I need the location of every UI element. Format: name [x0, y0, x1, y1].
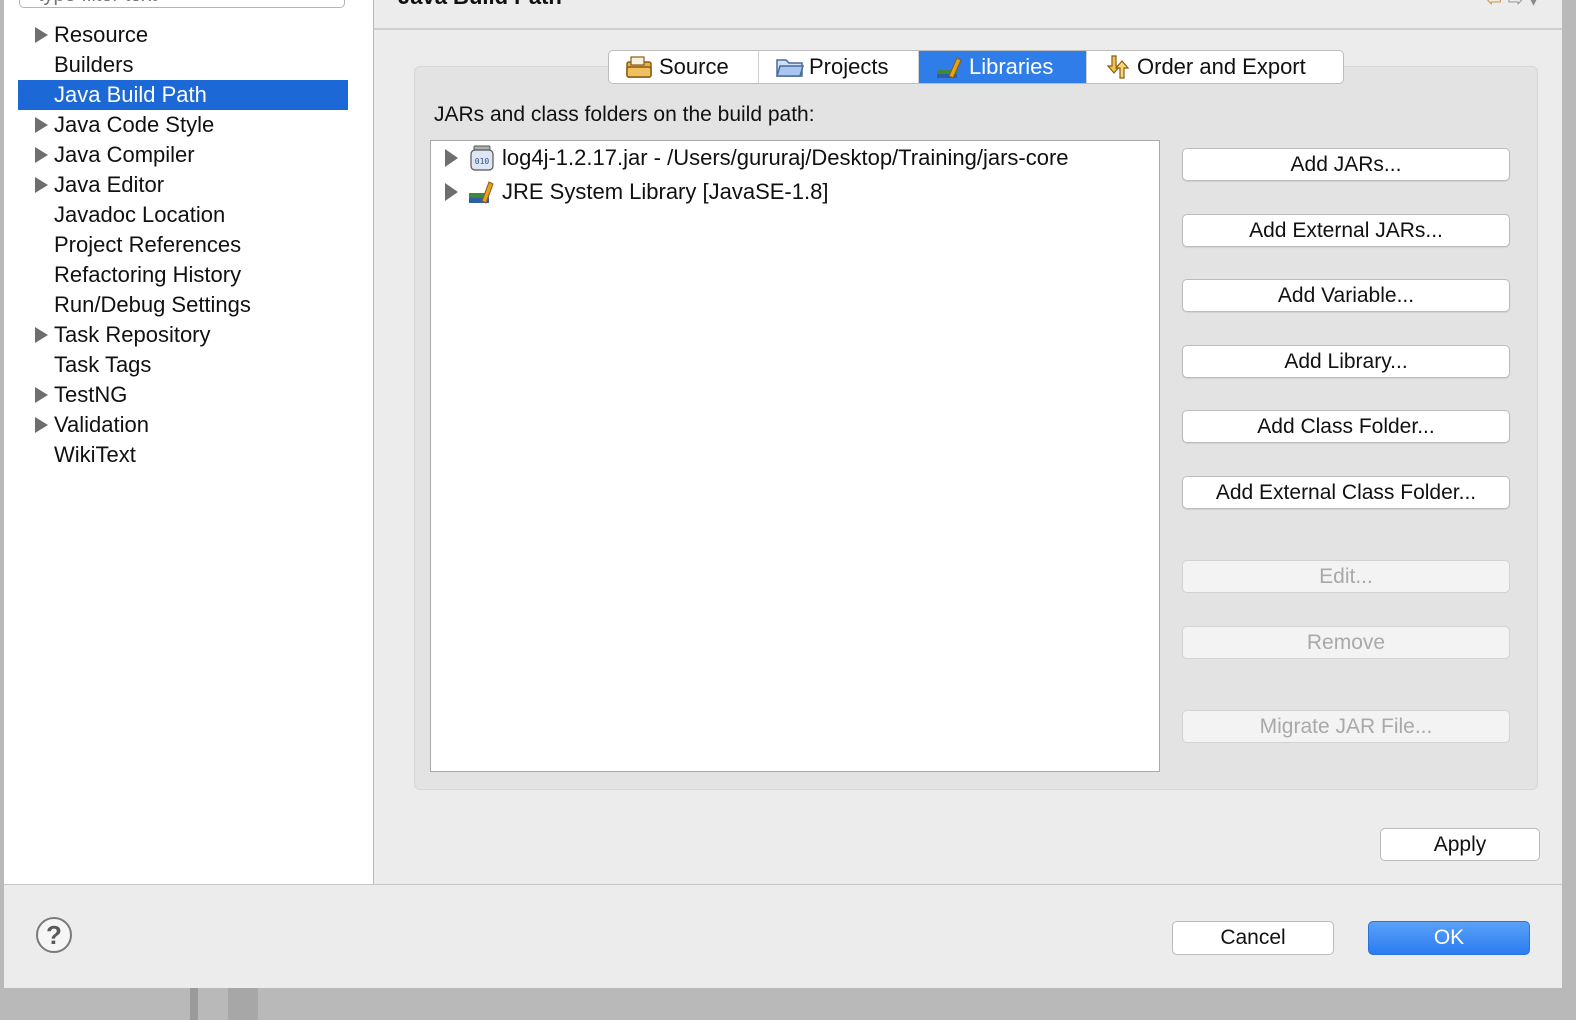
tree-item-validation[interactable]: Validation: [18, 410, 348, 440]
remove-button[interactable]: Remove: [1182, 626, 1510, 659]
title-separator: [374, 28, 1562, 30]
expand-arrow-icon[interactable]: [35, 417, 48, 433]
expand-arrow-icon[interactable]: [35, 387, 48, 403]
tab-label: Libraries: [969, 54, 1054, 79]
tree-item-label: WikiText: [54, 442, 136, 467]
properties-dialog: Resource Builders Java Build Path Java C…: [4, 0, 1562, 988]
background-divider: [228, 988, 258, 1020]
tree-item-builders[interactable]: Builders: [18, 50, 348, 80]
expand-arrow-icon[interactable]: [35, 327, 48, 343]
history-nav: ⇦⇨▾: [1487, 0, 1544, 10]
tree-item-label: Java Compiler: [54, 142, 195, 167]
tree-item-refactoring-history[interactable]: Refactoring History: [18, 260, 348, 290]
tree-item-resource[interactable]: Resource: [18, 20, 348, 50]
page-title: Java Build Path: [398, 0, 562, 10]
tab-label: Source: [659, 54, 729, 79]
expand-arrow-icon[interactable]: [35, 27, 48, 43]
tree-item-label: Java Build Path: [54, 82, 207, 107]
tab-label: Projects: [809, 54, 889, 79]
tab-label: Order and Export: [1137, 54, 1306, 79]
build-path-label: JARs and class folders on the build path…: [434, 103, 815, 126]
tree-item-label: Java Editor: [54, 172, 165, 197]
help-icon[interactable]: ?: [36, 917, 72, 953]
tree-item-task-repository[interactable]: Task Repository: [18, 320, 348, 350]
migrate-jar-button[interactable]: Migrate JAR File...: [1182, 710, 1510, 743]
expand-arrow-icon[interactable]: [35, 117, 48, 133]
library-item-jre-system[interactable]: JRE System Library [JavaSE-1.8]: [445, 177, 828, 207]
tree-item-javadoc-location[interactable]: Javadoc Location: [18, 200, 348, 230]
tree-item-label: Validation: [54, 412, 149, 437]
tree-item-label: Task Repository: [54, 322, 211, 347]
back-arrow-icon[interactable]: ⇦: [1487, 0, 1508, 10]
tree-item-label: Task Tags: [54, 352, 152, 377]
library-tree[interactable]: 010 log4j-1.2.17.jar - /Users/gururaj/De…: [430, 140, 1160, 772]
tree-item-label: Project References: [54, 232, 242, 257]
ok-button[interactable]: OK: [1368, 921, 1530, 955]
dialog-button-bar: ? Cancel OK: [4, 884, 1562, 988]
tree-item-label: Javadoc Location: [54, 202, 226, 227]
filter-input[interactable]: [19, 0, 345, 8]
tree-item-run-debug-settings[interactable]: Run/Debug Settings: [18, 290, 348, 320]
add-library-button[interactable]: Add Library...: [1182, 345, 1510, 378]
add-class-folder-button[interactable]: Add Class Folder...: [1182, 410, 1510, 443]
add-jars-button[interactable]: Add JARs...: [1182, 148, 1510, 181]
project-folder-icon: [775, 59, 805, 77]
library-icon: [469, 181, 494, 204]
build-path-tabs: Source Projects Libraries Order and Expo…: [608, 50, 1344, 84]
tree-item-label: Builders: [54, 52, 134, 77]
add-external-class-folder-button[interactable]: Add External Class Folder...: [1182, 476, 1510, 509]
library-item-log4j[interactable]: 010 log4j-1.2.17.jar - /Users/gururaj/De…: [445, 143, 1069, 173]
tree-item-java-code-style[interactable]: Java Code Style: [18, 110, 348, 140]
tab-order-and-export[interactable]: Order and Export: [1087, 51, 1343, 83]
tree-item-wikitext[interactable]: WikiText: [18, 440, 348, 470]
view-menu-icon[interactable]: ▾: [1529, 0, 1544, 10]
order-export-icon: [1106, 55, 1130, 79]
expand-arrow-icon[interactable]: [35, 177, 48, 193]
svg-text:010: 010: [475, 157, 490, 166]
property-tree: Resource Builders Java Build Path Java C…: [18, 20, 348, 470]
tree-item-java-editor[interactable]: Java Editor: [18, 170, 348, 200]
cancel-button[interactable]: Cancel: [1172, 921, 1334, 955]
source-folder-icon: [626, 56, 652, 78]
library-item-label: log4j-1.2.17.jar - /Users/gururaj/Deskto…: [502, 145, 1069, 170]
tree-item-project-references[interactable]: Project References: [18, 230, 348, 260]
tree-item-java-compiler[interactable]: Java Compiler: [18, 140, 348, 170]
add-variable-button[interactable]: Add Variable...: [1182, 279, 1510, 312]
tree-item-label: Java Code Style: [54, 112, 215, 137]
apply-button[interactable]: Apply: [1380, 828, 1540, 861]
expand-arrow-icon[interactable]: [35, 147, 48, 163]
tab-projects[interactable]: Projects: [759, 51, 919, 83]
background-divider: [190, 988, 198, 1020]
tree-item-label: Run/Debug Settings: [54, 292, 251, 317]
libraries-icon: [937, 57, 962, 79]
tree-item-java-build-path[interactable]: Java Build Path: [18, 80, 348, 110]
tab-source[interactable]: Source: [609, 51, 759, 83]
add-external-jars-button[interactable]: Add External JARs...: [1182, 214, 1510, 247]
edit-button[interactable]: Edit...: [1182, 560, 1510, 593]
tree-item-label: Resource: [54, 22, 149, 47]
tree-item-label: Refactoring History: [54, 262, 242, 287]
tree-item-label: TestNG: [54, 382, 128, 407]
jar-icon: 010: [470, 145, 494, 171]
properties-left-panel: Resource Builders Java Build Path Java C…: [4, 0, 374, 884]
expand-arrow-icon[interactable]: [445, 183, 458, 201]
expand-arrow-icon[interactable]: [445, 149, 458, 167]
properties-right-panel: Java Build Path ⇦⇨▾ Source Projects: [374, 0, 1562, 884]
forward-arrow-icon[interactable]: ⇨: [1508, 0, 1529, 10]
tree-item-task-tags[interactable]: Task Tags: [18, 350, 348, 380]
tab-libraries[interactable]: Libraries: [919, 51, 1087, 83]
tree-item-testng[interactable]: TestNG: [18, 380, 348, 410]
library-item-label: JRE System Library [JavaSE-1.8]: [502, 179, 829, 204]
